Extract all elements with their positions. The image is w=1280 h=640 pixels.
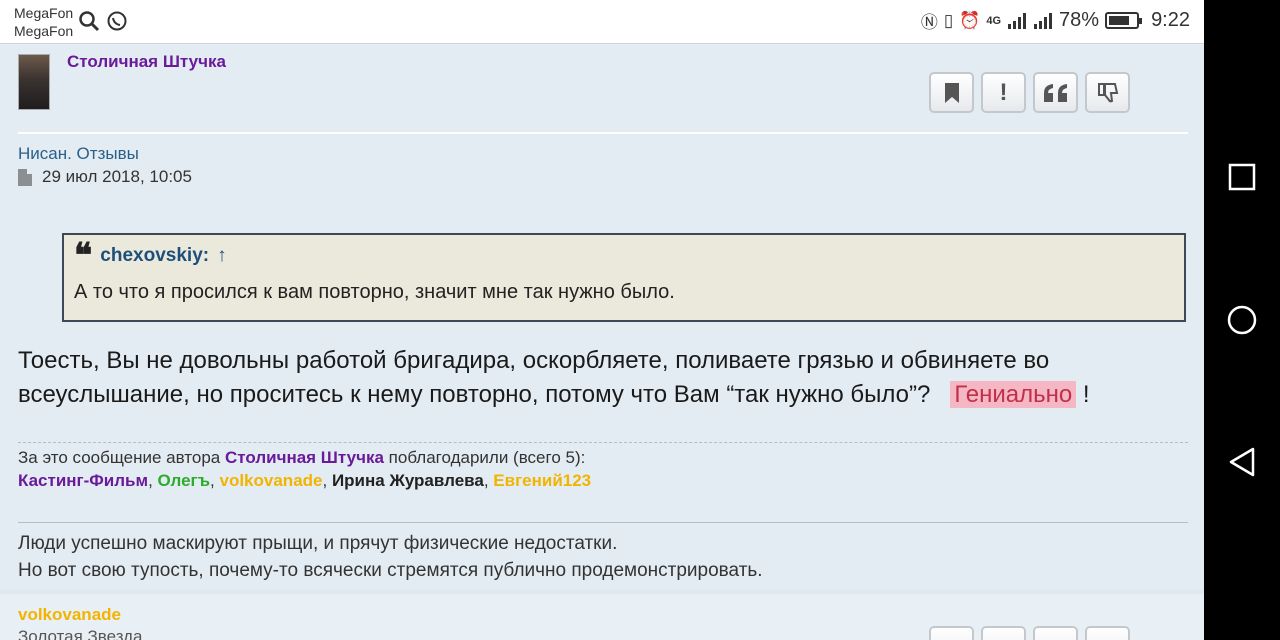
quote-icon <box>1043 83 1067 102</box>
separator: , <box>483 471 494 490</box>
report-button[interactable]: ! <box>981 72 1026 113</box>
quote-button[interactable] <box>1033 72 1078 113</box>
quote-text: А то что я просился к вам повторно, знач… <box>74 281 675 303</box>
post-date-text: 29 июл 2018, 10:05 <box>42 167 192 186</box>
exclaim: ! <box>1082 381 1090 408</box>
thanks-line: За это сообщение автора Столичная Штучка… <box>18 448 585 468</box>
network-type: 4G <box>986 14 1002 27</box>
thanks-user[interactable]: Евгений123 <box>493 471 591 490</box>
battery-percent: 78% <box>1059 9 1100 31</box>
circle-icon <box>1227 305 1257 335</box>
thanks-suffix: поблагодарили (всего 5): <box>388 448 586 467</box>
vibrate-icon: ▯ <box>943 10 954 30</box>
status-bar: MegaFon MegaFon Ⓝ ▯ ⏰ 4G 78% 9:22 <box>0 0 1204 44</box>
thumb-down-icon <box>1097 82 1118 102</box>
quote-button[interactable] <box>1033 626 1078 640</box>
thanks-prefix: За это сообщение автора <box>18 448 221 467</box>
status-icons: Ⓝ ▯ ⏰ 4G 78% 9:22 <box>921 8 1190 33</box>
post-actions: ! <box>929 72 1130 113</box>
avatar[interactable] <box>18 54 50 110</box>
carrier-2: MegaFon <box>14 23 74 39</box>
separator: , <box>322 471 332 490</box>
post-body-line-1: Тоесть, Вы не довольны работой бригадира… <box>18 347 1050 374</box>
post-date: 29 июл 2018, 10:05 <box>18 167 192 187</box>
report-icon: ! <box>999 78 1008 106</box>
post-author[interactable]: Столичная Штучка <box>67 52 226 72</box>
report-button[interactable] <box>981 626 1026 640</box>
post-author[interactable]: volkovanade <box>18 605 121 625</box>
post-actions <box>929 626 1130 640</box>
separator: , <box>148 471 158 490</box>
battery-icon <box>1105 12 1143 29</box>
forum-content: Столичная Штучка ! Нисан. Отзывы 29 июл … <box>0 45 1204 640</box>
nfc-icon: Ⓝ <box>920 13 938 32</box>
recents-button[interactable] <box>1226 161 1258 193</box>
highlight-text: Гениально <box>950 381 1077 408</box>
whatsapp-icon <box>107 11 127 31</box>
divider <box>18 522 1188 523</box>
navigation-bar <box>1204 0 1280 640</box>
home-button[interactable] <box>1226 304 1258 336</box>
thanks-users: Кастинг-Фильм, Олегъ, volkovanade, Ирина… <box>18 471 591 491</box>
bookmark-button[interactable] <box>929 626 974 640</box>
alarm-icon: ⏰ <box>959 10 981 30</box>
carrier-info: MegaFon MegaFon <box>14 4 73 40</box>
user-rank: Золотая Звезда <box>18 627 143 640</box>
thanks-user[interactable]: Олегъ <box>158 471 211 490</box>
divider <box>18 442 1188 443</box>
signal-icon-2 <box>1034 12 1053 29</box>
battery-fill <box>1109 16 1130 25</box>
quote-block: ❝ chexovskiy: ↑ А то что я просился к ва… <box>62 233 1186 322</box>
post-body-line-2: всеуслышание, но проситесь к нему повтор… <box>18 381 931 408</box>
thanks-user[interactable]: volkovanade <box>220 471 323 490</box>
separator: , <box>210 471 220 490</box>
dislike-button[interactable] <box>1085 72 1130 113</box>
back-button[interactable] <box>1226 446 1258 478</box>
document-icon <box>18 168 32 186</box>
quote-jump-link[interactable]: ↑ <box>217 245 227 267</box>
signature-line-2: Но вот свою тупость, почему-то всячески … <box>18 560 763 581</box>
quote-mark-icon: ❝ <box>74 236 93 276</box>
bookmark-icon <box>944 82 959 103</box>
forum-post: Столичная Штучка ! Нисан. Отзывы 29 июл … <box>0 45 1204 590</box>
thanks-user[interactable]: Ирина Журавлева <box>332 471 484 490</box>
topic-link[interactable]: Нисан. Отзывы <box>18 144 139 164</box>
signature-line-1: Люди успешно маскируют прыщи, и прячут ф… <box>18 533 618 554</box>
search-icon <box>79 11 100 32</box>
signal-icon <box>1008 12 1027 29</box>
forum-post-2: volkovanade Золотая Звезда <box>0 594 1204 640</box>
like-button[interactable] <box>1085 626 1130 640</box>
bookmark-button[interactable] <box>929 72 974 113</box>
carrier-1: MegaFon <box>14 5 74 21</box>
back-triangle-icon <box>1229 447 1255 477</box>
square-icon <box>1228 163 1256 191</box>
signature: Люди успешно маскируют прыщи, и прячут ф… <box>18 530 763 584</box>
thanks-user[interactable]: Кастинг-Фильм <box>18 471 148 490</box>
quote-author[interactable]: chexovskiy: <box>100 245 209 267</box>
clock: 9:22 <box>1151 9 1190 31</box>
post-body: Тоесть, Вы не довольны работой бригадира… <box>18 344 1168 412</box>
thanks-author[interactable]: Столичная Штучка <box>225 448 384 467</box>
divider <box>18 132 1188 134</box>
